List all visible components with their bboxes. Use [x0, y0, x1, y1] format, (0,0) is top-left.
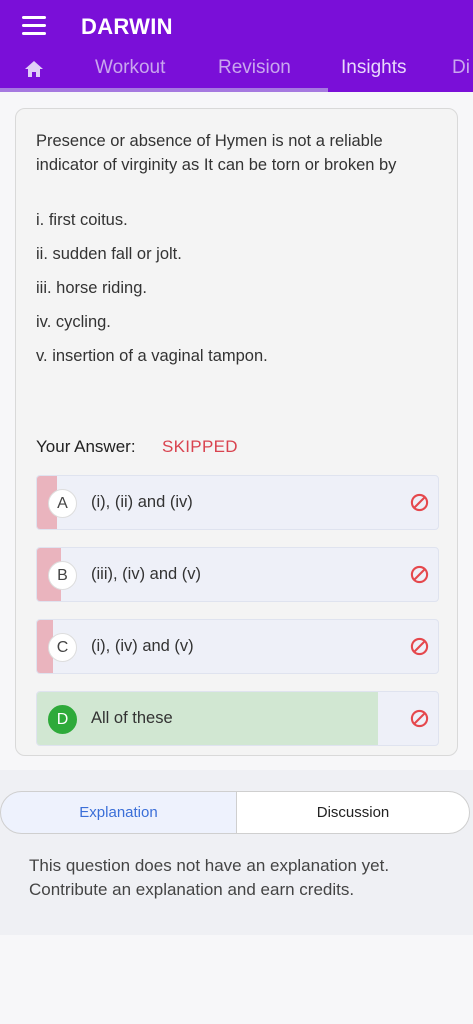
statement-item: v. insertion of a vaginal tampon. — [36, 347, 268, 365]
statement-item: ii. sudden fall or jolt. — [36, 245, 182, 263]
option-letter: A — [48, 489, 77, 518]
option-text: (i), (ii) and (iv) — [91, 493, 193, 511]
home-icon[interactable] — [24, 60, 44, 78]
tab-workout[interactable]: Workout — [95, 57, 165, 79]
statement-item: i. first coitus. — [36, 211, 128, 229]
option-b[interactable]: B (iii), (iv) and (v) — [36, 547, 439, 602]
app-title: DARWIN — [81, 14, 173, 39]
hamburger-menu-icon[interactable] — [22, 16, 46, 36]
block-icon — [410, 637, 429, 656]
answer-status: SKIPPED — [162, 437, 238, 456]
option-letter: C — [48, 633, 77, 662]
your-answer-label: Your Answer: — [36, 437, 136, 456]
option-text: (iii), (iv) and (v) — [91, 565, 201, 583]
option-a[interactable]: A (i), (ii) and (iv) — [36, 475, 439, 530]
option-text: All of these — [91, 709, 173, 727]
option-text: (i), (iv) and (v) — [91, 637, 194, 655]
block-icon — [410, 709, 429, 728]
option-d[interactable]: D All of these — [36, 691, 439, 746]
tab-bar: Workout Revision Insights Di — [0, 50, 473, 92]
statement-item: iv. cycling. — [36, 313, 111, 331]
bottom-area — [0, 935, 473, 1024]
option-share-bar — [37, 692, 378, 745]
explanation-tabs: Explanation Discussion — [0, 791, 470, 834]
tab-indicator — [0, 88, 328, 92]
question-text: Presence or absence of Hymen is not a re… — [36, 132, 397, 174]
option-letter: D — [48, 705, 77, 734]
tab-discussion[interactable]: Discussion — [236, 791, 470, 834]
tab-di[interactable]: Di — [452, 57, 470, 79]
block-icon — [410, 493, 429, 512]
option-letter: B — [48, 561, 77, 590]
question-card: Presence or absence of Hymen is not a re… — [15, 108, 458, 756]
tab-insights[interactable]: Insights — [341, 57, 406, 79]
tab-explanation[interactable]: Explanation — [0, 791, 237, 834]
explanation-text: This question does not have an explanati… — [29, 856, 390, 899]
option-c[interactable]: C (i), (iv) and (v) — [36, 619, 439, 674]
tab-revision[interactable]: Revision — [218, 57, 291, 79]
block-icon — [410, 565, 429, 584]
statement-item: iii. horse riding. — [36, 279, 147, 297]
app-bar: DARWIN Workout Revision Insights Di — [0, 0, 473, 92]
